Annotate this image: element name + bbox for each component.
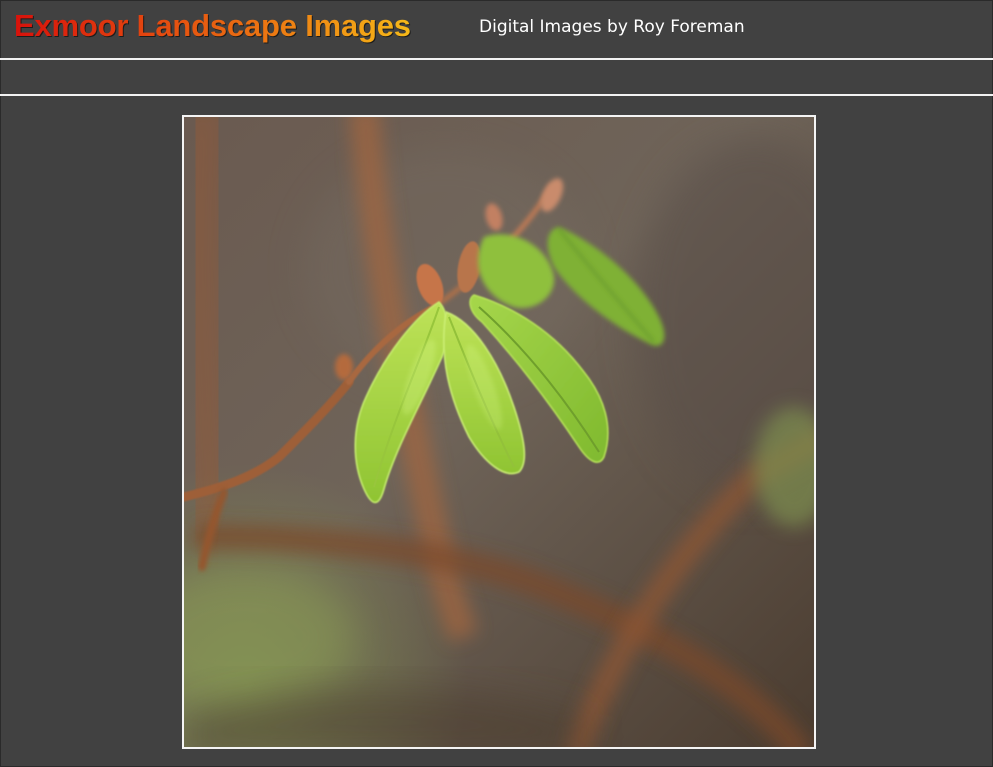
navigation-bar [0, 60, 993, 94]
site-title[interactable]: Exmoor Landscape Images [14, 6, 411, 46]
site-subtitle: Digital Images by Roy Foreman [479, 17, 745, 37]
site-header: Exmoor Landscape Images Digital Images b… [0, 0, 993, 58]
featured-photo[interactable] [182, 115, 816, 749]
nav-divider [0, 94, 993, 96]
photo-leaf-buds-image [184, 117, 814, 747]
